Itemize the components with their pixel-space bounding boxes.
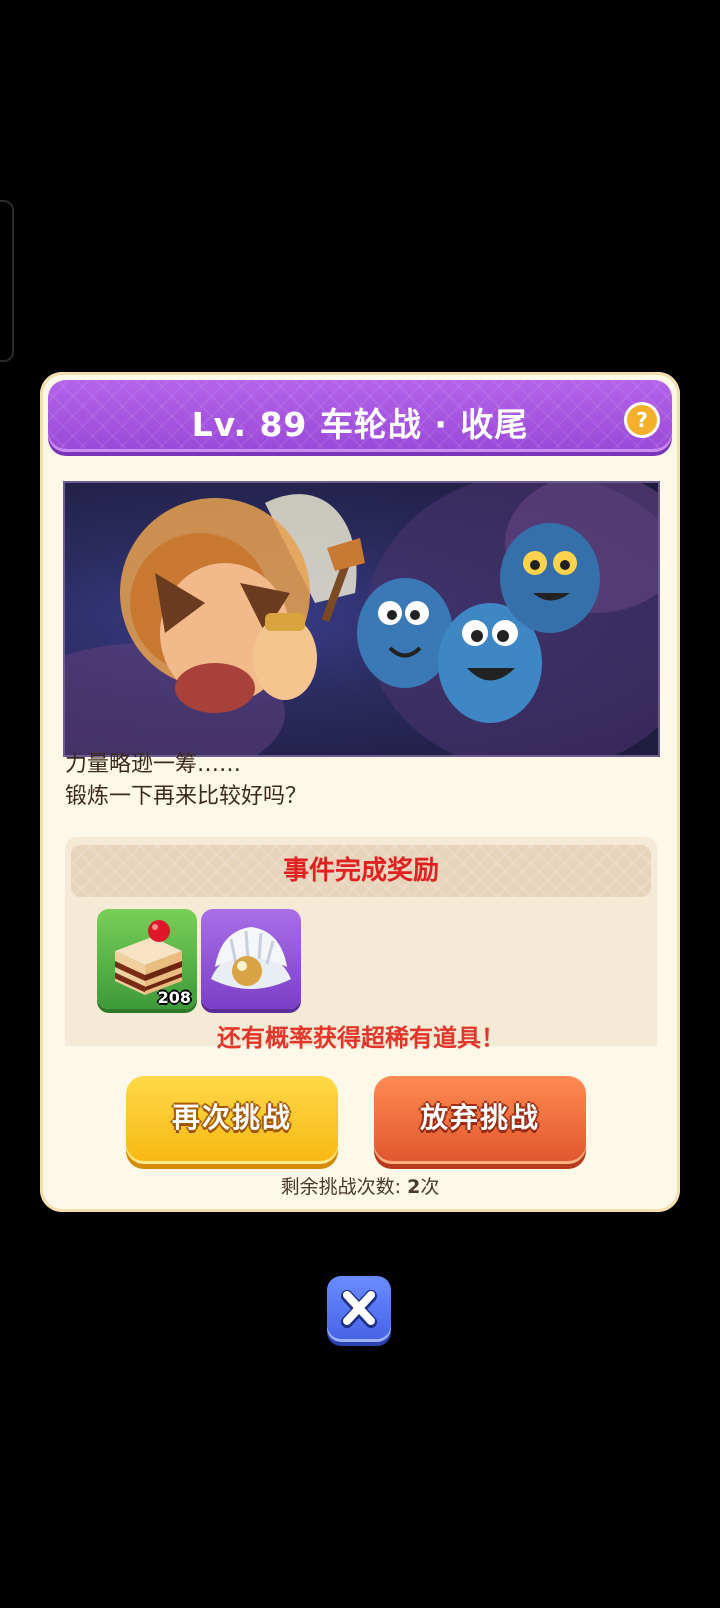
close-button[interactable] xyxy=(327,1276,391,1342)
reward-item-cake[interactable]: 208 xyxy=(97,909,197,1009)
battle-scene-art xyxy=(65,483,658,755)
reward-header: 事件完成奖励 xyxy=(71,845,651,897)
battle-scene-illustration xyxy=(63,481,660,757)
remaining-attempts-value: 2 xyxy=(407,1176,421,1198)
remaining-attempts-label: 剩余挑战次数: xyxy=(280,1176,408,1198)
side-edge-tab[interactable] xyxy=(0,200,14,362)
game-screen: Lv. 89 车轮战 · 收尾 ? 力量略逊一筹…… 锻炼一下再来比较好吗？ 事… xyxy=(0,0,720,1608)
reward-header-label: 事件完成奖励 xyxy=(282,856,439,886)
reward-count: 208 xyxy=(157,988,191,1007)
title-bar: Lv. 89 车轮战 · 收尾 ? xyxy=(48,380,672,452)
remaining-attempts: 剩余挑战次数: 2次 xyxy=(40,1172,680,1199)
dialog-title: Lv. 89 车轮战 · 收尾 xyxy=(191,405,529,444)
rare-drop-note: 还有概率获得超稀有道具！ xyxy=(217,1024,505,1052)
retry-challenge-button[interactable]: 再次挑战 xyxy=(126,1076,338,1164)
give-up-challenge-button[interactable]: 放弃挑战 xyxy=(374,1076,586,1164)
pearl-shell-icon xyxy=(211,927,291,989)
flavor-text-line-1: 力量略逊一筹…… xyxy=(65,752,242,777)
reward-item-pearl[interactable] xyxy=(201,909,301,1009)
challenge-result-dialog: Lv. 89 车轮战 · 收尾 ? 力量略逊一筹…… 锻炼一下再来比较好吗？ 事… xyxy=(40,372,680,1212)
flavor-text-line-2: 锻炼一下再来比较好吗？ xyxy=(65,784,308,809)
close-icon xyxy=(341,1290,377,1328)
reward-panel: 事件完成奖励 208 还有概率获得超稀有道具！ xyxy=(65,837,657,1052)
help-icon[interactable]: ? xyxy=(624,402,660,438)
remaining-attempts-unit: 次 xyxy=(420,1176,440,1198)
